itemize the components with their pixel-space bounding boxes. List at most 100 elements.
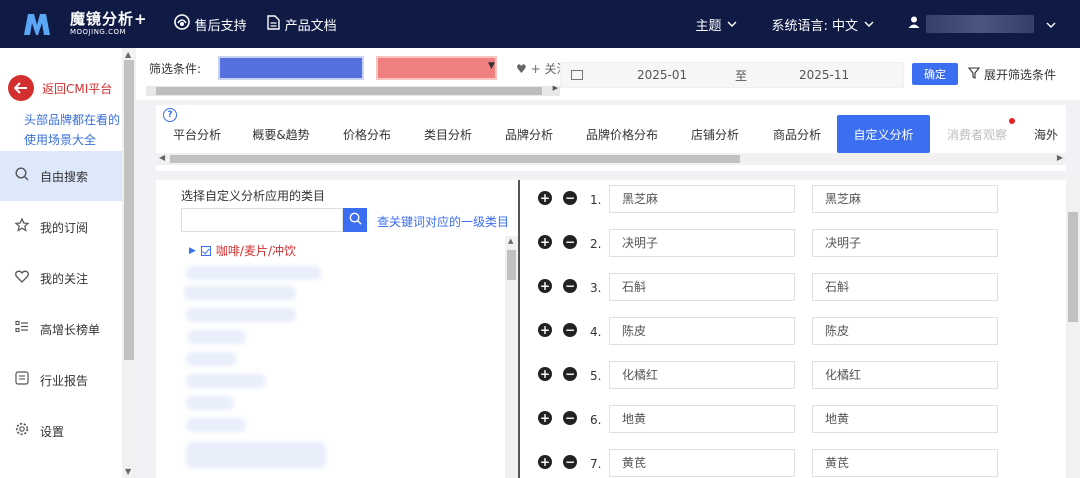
- keyword-input[interactable]: 地黄: [609, 405, 795, 433]
- sidebar-item-reports[interactable]: 行业报告: [0, 355, 122, 405]
- alias-input[interactable]: 石斛: [812, 273, 998, 301]
- tab-custom-analysis[interactable]: 自定义分析: [837, 115, 930, 153]
- sidebar-item-subscriptions[interactable]: 我的订阅: [0, 202, 122, 252]
- tab-price-distribution[interactable]: 价格分布: [336, 115, 398, 153]
- add-row-icon[interactable]: +: [538, 323, 552, 337]
- back-arrow-icon: [8, 75, 34, 101]
- scroll-thumb[interactable]: [124, 60, 134, 360]
- add-row-icon[interactable]: +: [538, 279, 552, 293]
- add-row-icon[interactable]: +: [538, 191, 552, 205]
- scroll-left-icon[interactable]: ◀: [159, 153, 165, 162]
- add-row-icon[interactable]: +: [538, 235, 552, 249]
- search-icon: [14, 167, 30, 185]
- expand-filters-button[interactable]: 展开筛选条件: [967, 66, 1056, 83]
- filter-chip-redacted-red[interactable]: [376, 56, 497, 80]
- scroll-up-icon[interactable]: ▲: [508, 237, 513, 245]
- date-separator: 至: [735, 68, 748, 83]
- keyword-input[interactable]: 黑芝麻: [609, 185, 795, 213]
- main-scrollbar[interactable]: [1066, 180, 1080, 478]
- brand-logo[interactable]: 魔镜分析+ MOOJING.COM: [22, 11, 148, 37]
- tab-store[interactable]: 店铺分析: [684, 115, 746, 153]
- remove-row-icon[interactable]: −: [563, 455, 577, 469]
- keyword-input[interactable]: 陈皮: [609, 317, 795, 345]
- keyword-input[interactable]: 决明子: [609, 229, 795, 257]
- category-search-button[interactable]: [343, 208, 367, 232]
- scroll-up-icon[interactable]: ▲: [125, 50, 131, 59]
- scroll-down-icon[interactable]: ▼: [125, 467, 131, 476]
- add-row-icon[interactable]: +: [538, 411, 552, 425]
- category-scrollbar[interactable]: ▲: [505, 236, 518, 478]
- row-number: 6.: [590, 413, 602, 427]
- star-icon: [14, 217, 30, 236]
- keyword-row: + − 6. 地黄 地黄: [520, 405, 1066, 435]
- sidebar-scrollbar[interactable]: ▲ ▼: [122, 48, 136, 478]
- scroll-thumb[interactable]: [170, 155, 740, 163]
- sidebar-item-label: 自由搜索: [40, 169, 89, 184]
- keyword-row: + − 2. 决明子 决明子: [520, 229, 1066, 259]
- docs-link[interactable]: 产品文档: [266, 14, 337, 34]
- sidebar-item-follows[interactable]: 我的关注: [0, 253, 122, 303]
- keyword-input[interactable]: 化橘红: [609, 361, 795, 389]
- remove-row-icon[interactable]: −: [563, 367, 577, 381]
- tree-item-coffee[interactable]: ▶ 咖啡/麦片/冲饮: [189, 242, 296, 259]
- scroll-thumb[interactable]: [1068, 212, 1078, 322]
- user-menu[interactable]: [908, 15, 1056, 33]
- date-start: 2025-01: [637, 68, 688, 82]
- tab-platform[interactable]: 平台分析: [166, 115, 228, 153]
- caret-down-icon[interactable]: ▼: [488, 61, 495, 71]
- scroll-thumb[interactable]: [507, 250, 516, 280]
- checkbox[interactable]: [200, 245, 211, 256]
- category-search-input[interactable]: [181, 208, 343, 232]
- remove-row-icon[interactable]: −: [563, 235, 577, 249]
- add-row-icon[interactable]: +: [538, 455, 552, 469]
- caret-right-icon[interactable]: ▶: [189, 246, 196, 256]
- logo-m-icon: [22, 11, 52, 37]
- calendar-icon: [571, 70, 583, 80]
- add-row-icon[interactable]: +: [538, 367, 552, 381]
- scroll-right-icon[interactable]: ▶: [1057, 153, 1063, 162]
- tab-consumer-insight[interactable]: 消费者观察: [940, 115, 1014, 153]
- alias-input[interactable]: 决明子: [812, 229, 998, 257]
- alias-input[interactable]: 化橘红: [812, 361, 998, 389]
- alias-input[interactable]: 黄芪: [812, 449, 998, 477]
- tab-product[interactable]: 商品分析: [766, 115, 828, 153]
- remove-row-icon[interactable]: −: [563, 191, 577, 205]
- redacted-tree-item: [184, 286, 296, 300]
- theme-label: 主题: [695, 18, 722, 34]
- sidebar-item-free-search[interactable]: 自由搜索: [0, 151, 122, 201]
- confirm-button[interactable]: 确定: [912, 63, 958, 85]
- alias-input[interactable]: 地黄: [812, 405, 998, 433]
- alias-input[interactable]: 黑芝麻: [812, 185, 998, 213]
- redacted-tree-item: [186, 352, 236, 366]
- tab-overview-trend[interactable]: 概要&趋势: [246, 115, 316, 153]
- keyword-input[interactable]: 黄芪: [609, 449, 795, 477]
- support-link[interactable]: 售后支持: [173, 14, 247, 34]
- language-dropdown[interactable]: 系统语言: 中文: [771, 15, 874, 34]
- use-case-promo-link[interactable]: 头部品牌都在看的使用场景大全: [24, 110, 122, 150]
- theme-dropdown[interactable]: 主题: [695, 15, 737, 34]
- keyword-category-link[interactable]: 查关键词对应的一级类目: [377, 213, 509, 230]
- support-label: 售后支持: [194, 18, 247, 34]
- tab-brand-price[interactable]: 品牌价格分布: [580, 115, 664, 153]
- back-to-cmi-button[interactable]: 返回CMI平台: [8, 75, 112, 101]
- scroll-right-icon[interactable]: ▶: [553, 84, 558, 92]
- tab-category[interactable]: 类目分析: [417, 115, 479, 153]
- redacted-tree-item: [186, 374, 266, 388]
- keyword-input[interactable]: 石斛: [609, 273, 795, 301]
- remove-row-icon[interactable]: −: [563, 323, 577, 337]
- date-range-picker[interactable]: 2025-01 至 2025-11: [560, 62, 904, 88]
- sidebar-item-settings[interactable]: 设置: [0, 406, 122, 456]
- filter-scrollbar[interactable]: ▶: [146, 84, 560, 96]
- sidebar-item-high-growth[interactable]: 高增长榜单: [0, 304, 122, 354]
- tabs-scrollbar[interactable]: ◀ ▶: [156, 153, 1066, 165]
- tab-overseas[interactable]: 海外: [1034, 115, 1066, 153]
- tab-brand[interactable]: 品牌分析: [498, 115, 560, 153]
- filter-label: 筛选条件:: [149, 62, 202, 76]
- remove-row-icon[interactable]: −: [563, 279, 577, 293]
- back-label: 返回CMI平台: [42, 81, 113, 96]
- scroll-thumb[interactable]: [156, 87, 542, 95]
- filter-chip-redacted-blue[interactable]: [218, 56, 364, 80]
- remove-row-icon[interactable]: −: [563, 411, 577, 425]
- alias-input[interactable]: 陈皮: [812, 317, 998, 345]
- tree-item-label: 咖啡/麦片/冲饮: [215, 244, 297, 258]
